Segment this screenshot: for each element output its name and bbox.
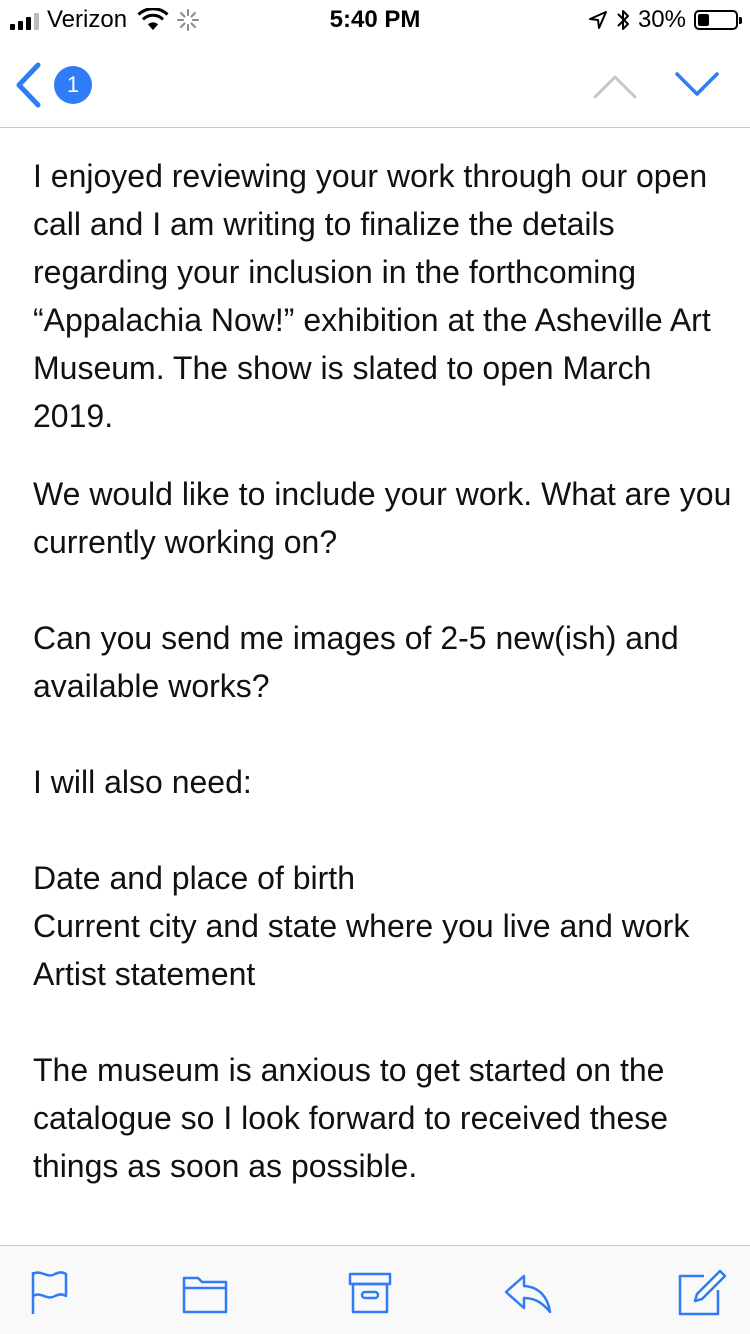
bluetooth-icon — [617, 10, 629, 30]
requirement-item: Date and place of birth — [33, 860, 355, 896]
unread-count-badge: 1 — [54, 66, 92, 104]
back-button[interactable]: 1 — [14, 60, 104, 110]
message-paragraph: I will also need: — [33, 764, 252, 800]
battery-percent: 30% — [637, 6, 686, 33]
battery-icon — [694, 10, 742, 30]
message-paragraph: I enjoyed reviewing your work through ou… — [33, 158, 711, 434]
message-paragraph: Can you send me images of 2-5 new(ish) a… — [33, 620, 679, 704]
flag-icon[interactable] — [24, 1268, 76, 1318]
message-closing: The museum is anxious to get started on … — [33, 1052, 669, 1184]
archive-icon[interactable] — [344, 1268, 396, 1318]
status-right: 30% — [588, 6, 742, 34]
compose-icon[interactable] — [676, 1268, 728, 1318]
battery-fill — [698, 14, 709, 26]
message-body: I enjoyed reviewing your work through ou… — [33, 152, 733, 1190]
requirement-item: Artist statement — [33, 956, 256, 992]
bottom-toolbar — [0, 1245, 750, 1334]
message-paragraph: We would like to include your work. What… — [33, 476, 732, 560]
status-bar: Verizon 5:40 PM 30% — [0, 0, 750, 40]
reply-icon[interactable] — [502, 1268, 554, 1318]
folder-icon[interactable] — [180, 1268, 232, 1318]
requirement-item: Current city and state where you live an… — [33, 908, 690, 944]
location-arrow-icon — [588, 11, 607, 29]
chevron-up-icon[interactable] — [590, 66, 640, 104]
nav-bar: 1 — [0, 40, 750, 128]
chevron-left-icon — [16, 62, 41, 108]
chevron-down-icon[interactable] — [672, 66, 722, 104]
